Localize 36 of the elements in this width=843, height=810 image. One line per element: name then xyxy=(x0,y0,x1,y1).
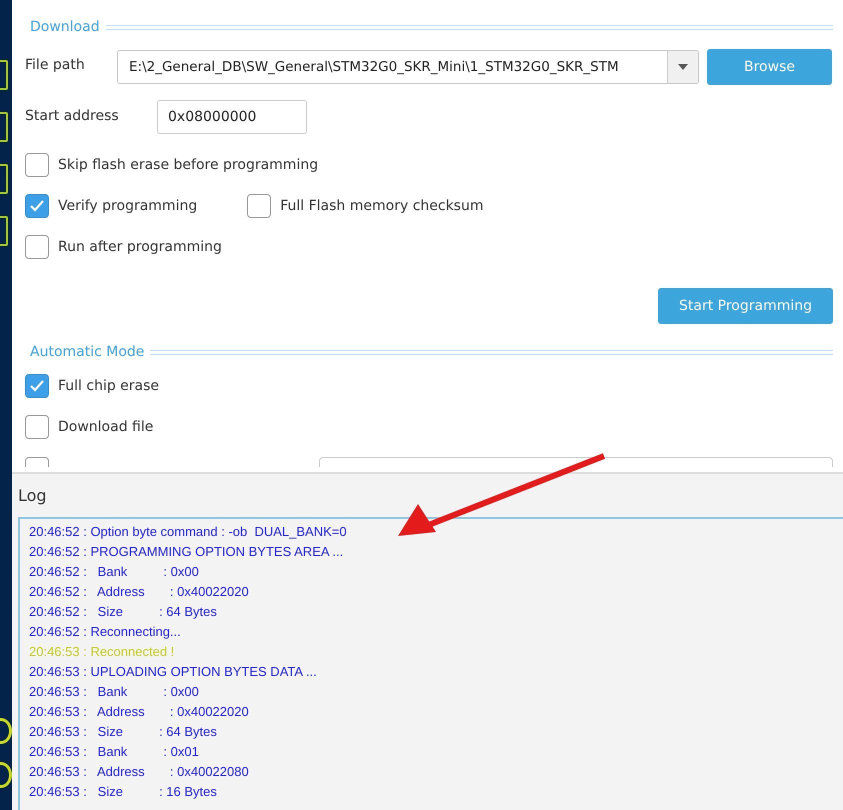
checkbox[interactable] xyxy=(25,415,49,439)
log-line: 20:46:53 : Size : 64 Bytes xyxy=(29,723,218,741)
checkbox-label: Run after programming xyxy=(58,239,222,255)
log-line: 20:46:53 : Bank : 0x01 xyxy=(29,743,200,761)
log-line: 20:46:53 : UPLOADING OPTION BYTES DATA ... xyxy=(29,663,318,681)
checkbox-label: Full chip erase xyxy=(58,378,160,394)
dropdown-icon xyxy=(678,64,688,70)
log-line: 20:46:52 : Reconnecting... xyxy=(29,623,182,641)
section-title: Download xyxy=(29,19,100,35)
check-icon xyxy=(29,199,45,213)
log-line: 20:46:53 : Reconnected ! xyxy=(29,643,176,661)
log-line: 20:46:52 : Address : 0x40022020 xyxy=(29,583,250,601)
check-icon xyxy=(29,379,45,393)
log-line: 20:46:53 : Bank : 0x00 xyxy=(29,683,200,701)
start-address-field[interactable]: 0x08000000 xyxy=(157,100,307,134)
log-line: 20:46:53 : Address : 0x40022020 xyxy=(29,703,250,721)
field-label: File path xyxy=(25,57,86,73)
checkbox[interactable] xyxy=(247,194,272,218)
log-line: 20:46:52 : Option byte command : -ob DUAL_BANK=0 xyxy=(29,523,348,541)
field-label: Start address xyxy=(25,108,120,124)
checkbox[interactable] xyxy=(25,235,49,259)
log-line: 20:46:53 : Address : 0x40022080 xyxy=(29,763,250,781)
log-line: 20:46:52 : PROGRAMMING OPTION BYTES AREA ... xyxy=(29,543,344,561)
file-path-field[interactable]: E:\2_General_DB\SW_General\STM32G0_SKR_Mini\1_STM32G0_SKR_STM xyxy=(117,50,699,84)
checkbox[interactable] xyxy=(25,194,49,218)
log-line: 20:46:53 : Size : 16 Bytes xyxy=(29,783,218,801)
checkbox-label: Skip flash erase before programming xyxy=(58,157,318,173)
log-line: 20:46:52 : Size : 64 Bytes xyxy=(29,603,218,621)
log-line: 20:46:52 : Bank : 0x00 xyxy=(29,563,200,581)
checkbox[interactable] xyxy=(25,374,49,398)
section-title: Automatic Mode xyxy=(29,344,144,360)
log-title: Log xyxy=(18,486,48,505)
checkbox-label: Verify programming xyxy=(58,198,198,214)
checkbox-label: Full Flash memory checksum xyxy=(280,198,484,214)
checkbox[interactable] xyxy=(25,153,49,177)
checkbox-label: Download file xyxy=(58,419,154,435)
